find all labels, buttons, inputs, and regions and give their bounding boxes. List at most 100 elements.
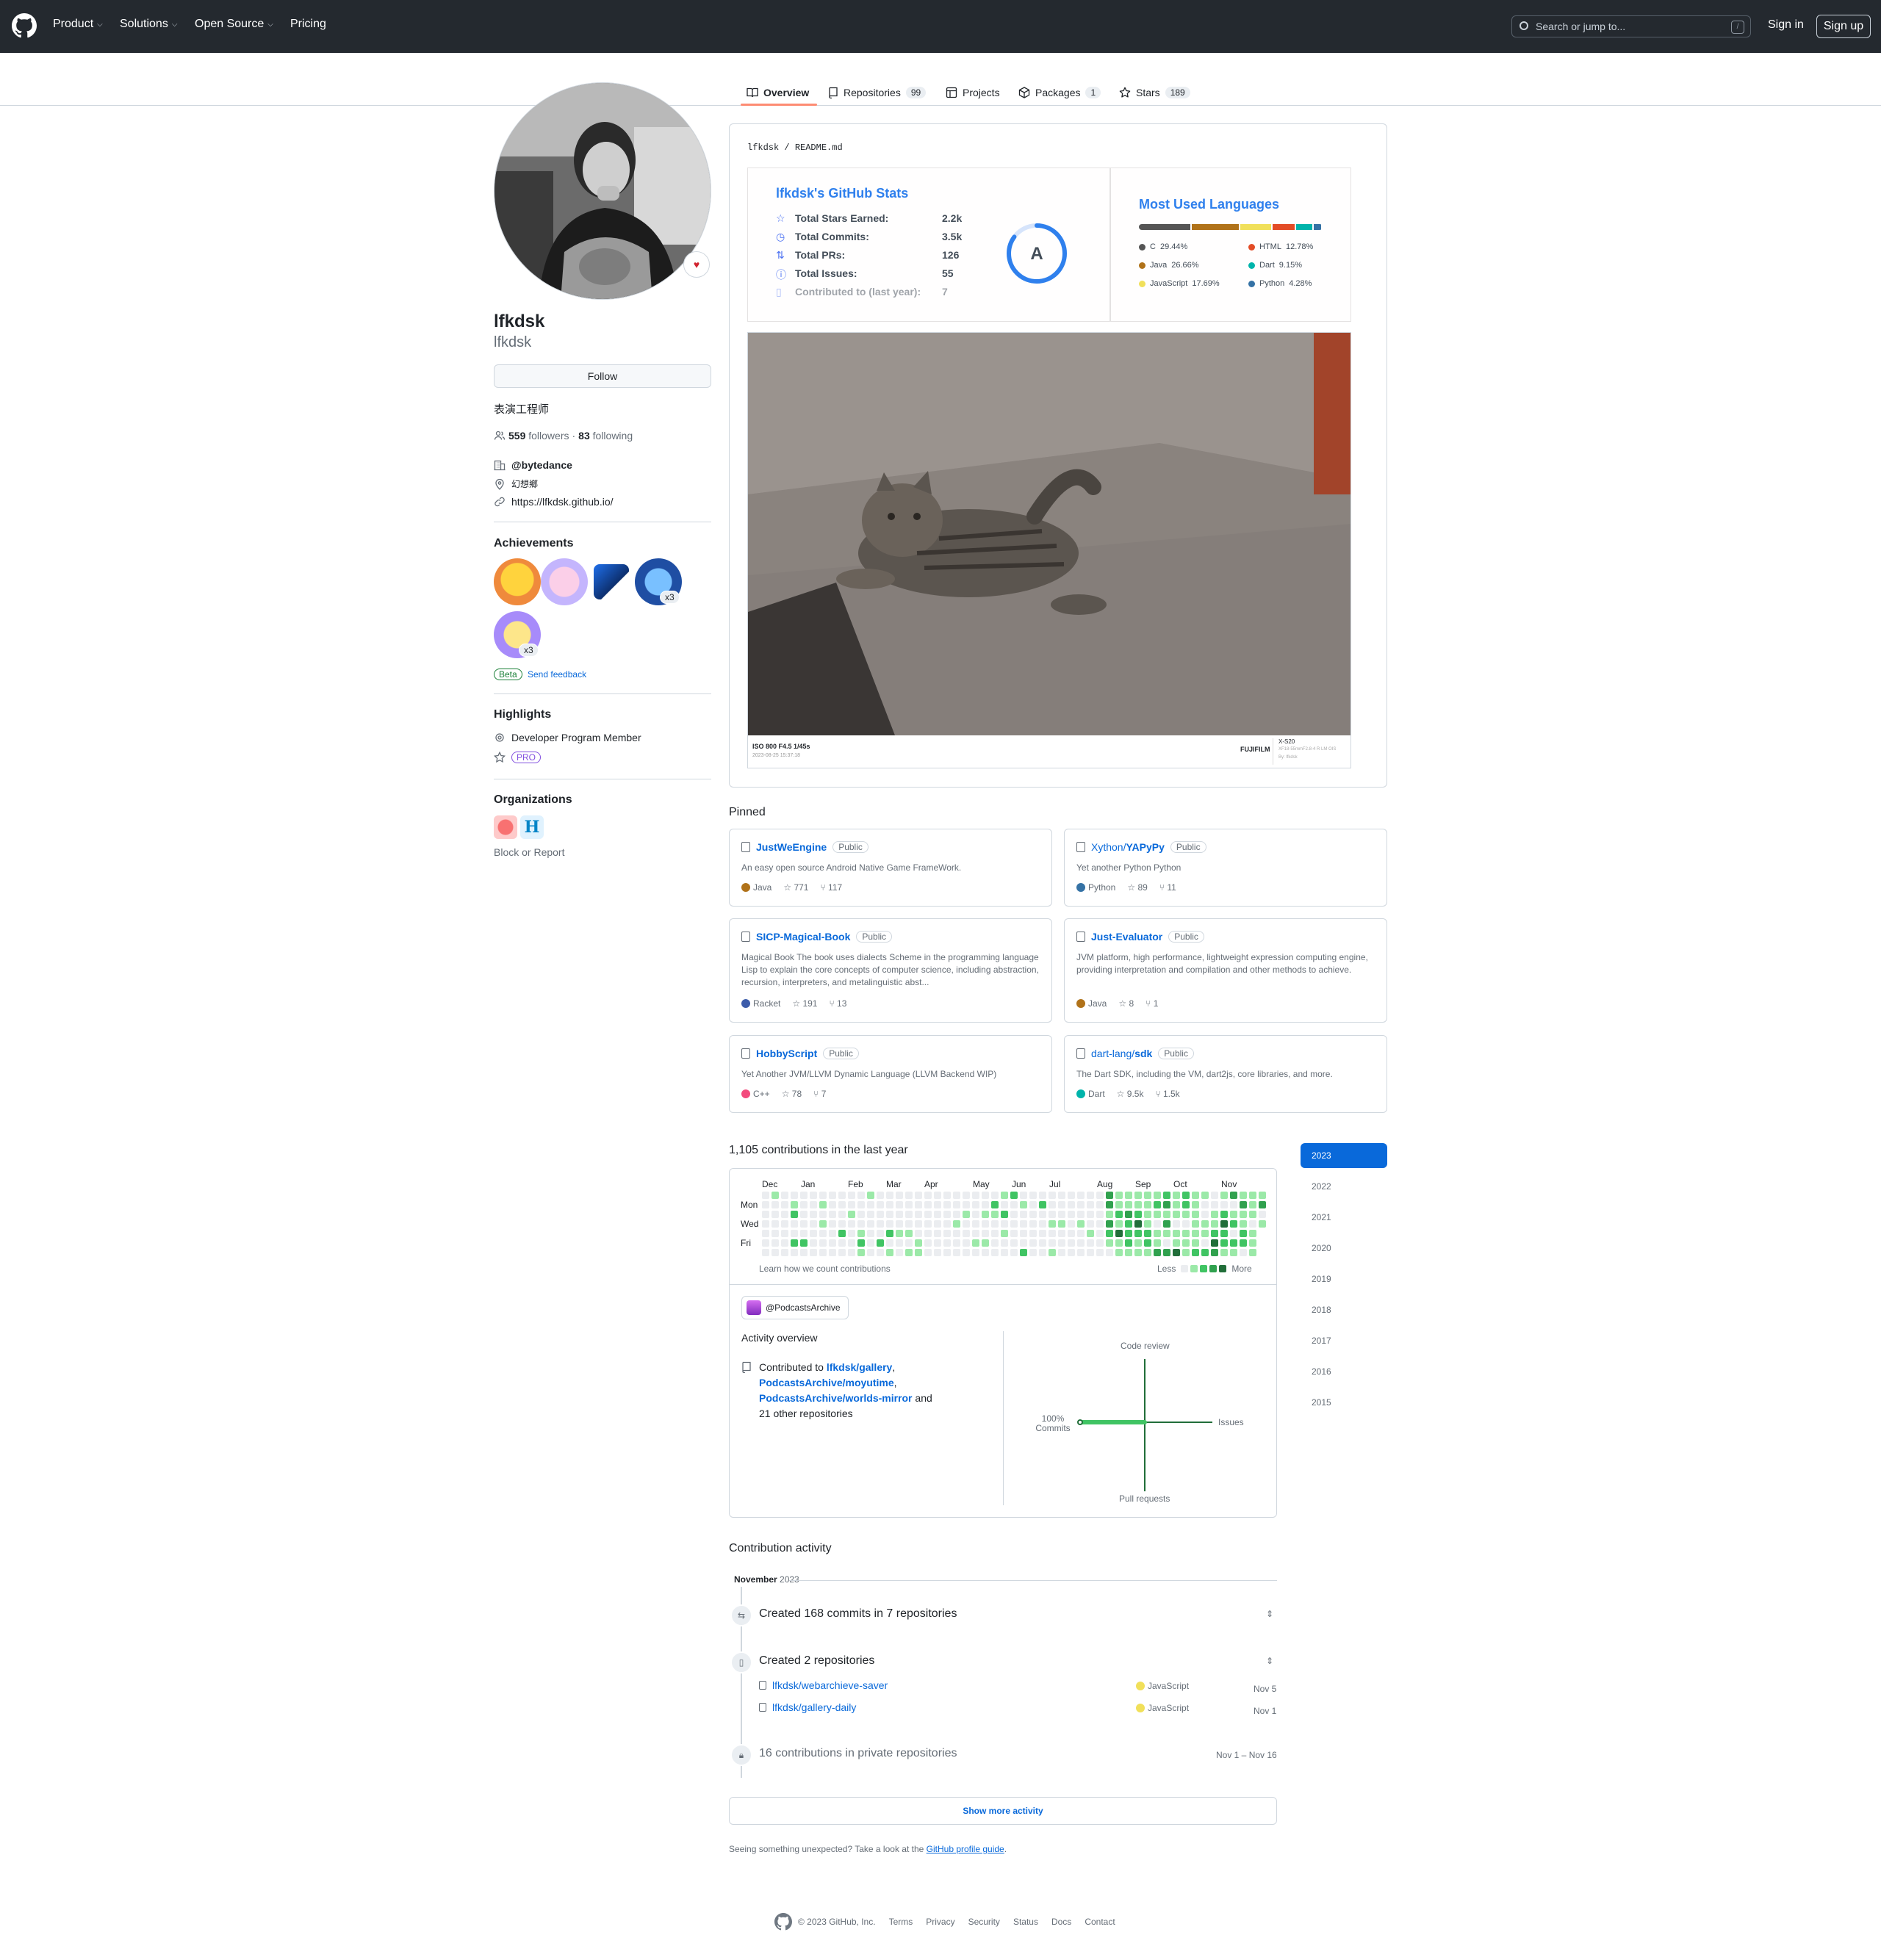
contribution-day-cell[interactable] xyxy=(781,1211,788,1218)
contribution-day-cell[interactable] xyxy=(877,1230,884,1237)
contribution-day-cell[interactable] xyxy=(963,1201,970,1208)
contribution-day-cell[interactable] xyxy=(1220,1192,1228,1199)
contribution-day-cell[interactable] xyxy=(877,1192,884,1199)
contribution-day-cell[interactable] xyxy=(848,1192,855,1199)
contribution-day-cell[interactable] xyxy=(1115,1201,1123,1208)
contribution-day-cell[interactable] xyxy=(1144,1239,1151,1247)
contribution-day-cell[interactable] xyxy=(886,1192,893,1199)
year-2021[interactable]: 2021 xyxy=(1301,1205,1387,1230)
contribution-day-cell[interactable] xyxy=(791,1239,798,1247)
contribution-day-cell[interactable] xyxy=(1077,1249,1085,1256)
contribution-day-cell[interactable] xyxy=(1230,1239,1237,1247)
contribution-day-cell[interactable] xyxy=(886,1230,893,1237)
contribution-day-cell[interactable] xyxy=(1068,1249,1075,1256)
created-repos-summary[interactable]: Created 2 repositories xyxy=(759,1654,874,1668)
year-2018[interactable]: 2018 xyxy=(1301,1297,1387,1322)
contribution-day-cell[interactable] xyxy=(1087,1220,1094,1228)
contribution-day-cell[interactable] xyxy=(1144,1230,1151,1237)
organization-avatar-icon[interactable]: H xyxy=(520,815,544,839)
contribution-day-cell[interactable] xyxy=(1106,1201,1113,1208)
contribution-day-cell[interactable] xyxy=(1125,1201,1132,1208)
contribution-day-cell[interactable] xyxy=(1039,1239,1046,1247)
contribution-day-cell[interactable] xyxy=(848,1220,855,1228)
contribution-day-cell[interactable] xyxy=(1096,1230,1104,1237)
contribution-day-cell[interactable] xyxy=(1020,1239,1027,1247)
contribution-day-cell[interactable] xyxy=(1163,1192,1170,1199)
contribution-day-cell[interactable] xyxy=(1182,1201,1190,1208)
contribution-day-cell[interactable] xyxy=(1020,1230,1027,1237)
contribution-day-cell[interactable] xyxy=(1087,1239,1094,1247)
contribution-day-cell[interactable] xyxy=(829,1249,836,1256)
contribution-day-cell[interactable] xyxy=(1001,1230,1008,1237)
pinned-repo-link[interactable]: dart-lang/sdk Public xyxy=(1076,1048,1194,1059)
contribution-day-cell[interactable] xyxy=(819,1220,827,1228)
contribution-day-cell[interactable] xyxy=(905,1249,913,1256)
contribution-day-cell[interactable] xyxy=(772,1192,779,1199)
contribution-day-cell[interactable] xyxy=(810,1211,817,1218)
contribution-day-cell[interactable] xyxy=(896,1192,903,1199)
contribution-day-cell[interactable] xyxy=(791,1230,798,1237)
contribution-day-cell[interactable] xyxy=(1010,1211,1018,1218)
contribution-day-cell[interactable] xyxy=(972,1220,979,1228)
contribution-day-cell[interactable] xyxy=(1249,1192,1256,1199)
contribution-day-cell[interactable] xyxy=(924,1230,932,1237)
contribution-day-cell[interactable] xyxy=(819,1230,827,1237)
contribution-day-cell[interactable] xyxy=(1010,1249,1018,1256)
contribution-day-cell[interactable] xyxy=(1192,1220,1199,1228)
contribution-day-cell[interactable] xyxy=(1182,1230,1190,1237)
achievement-quickdraw-icon[interactable] xyxy=(594,564,629,599)
contribution-day-cell[interactable] xyxy=(838,1249,846,1256)
contribution-day-cell[interactable] xyxy=(915,1201,922,1208)
contribution-day-cell[interactable] xyxy=(1192,1249,1199,1256)
contribution-day-cell[interactable] xyxy=(1220,1201,1228,1208)
contribution-day-cell[interactable] xyxy=(867,1220,874,1228)
contribution-day-cell[interactable] xyxy=(943,1220,951,1228)
contribution-day-cell[interactable] xyxy=(781,1239,788,1247)
contribution-day-cell[interactable] xyxy=(1182,1220,1190,1228)
contribution-day-cell[interactable] xyxy=(819,1211,827,1218)
contribution-day-cell[interactable] xyxy=(1077,1230,1085,1237)
contribution-day-cell[interactable] xyxy=(1173,1220,1180,1228)
github-logo-icon[interactable] xyxy=(12,13,37,38)
contribution-day-cell[interactable] xyxy=(1001,1249,1008,1256)
tab-repositories[interactable]: Repositories 99 xyxy=(828,81,927,104)
contribution-day-cell[interactable] xyxy=(963,1249,970,1256)
contribution-day-cell[interactable] xyxy=(943,1201,951,1208)
contribution-day-cell[interactable] xyxy=(1096,1239,1104,1247)
contribution-day-cell[interactable] xyxy=(1144,1220,1151,1228)
contribution-day-cell[interactable] xyxy=(915,1211,922,1218)
contribution-day-cell[interactable] xyxy=(1077,1192,1085,1199)
contribution-day-cell[interactable] xyxy=(963,1239,970,1247)
contribution-day-cell[interactable] xyxy=(934,1249,941,1256)
contribution-day-cell[interactable] xyxy=(1173,1239,1180,1247)
contribution-day-cell[interactable] xyxy=(1125,1211,1132,1218)
contribution-day-cell[interactable] xyxy=(1154,1239,1161,1247)
contribution-day-cell[interactable] xyxy=(1220,1211,1228,1218)
contribution-day-cell[interactable] xyxy=(1134,1211,1142,1218)
contribution-day-cell[interactable] xyxy=(1049,1249,1056,1256)
contribution-day-cell[interactable] xyxy=(1230,1249,1237,1256)
contribution-day-cell[interactable] xyxy=(1211,1230,1218,1237)
contribution-day-cell[interactable] xyxy=(838,1211,846,1218)
contribution-day-cell[interactable] xyxy=(1001,1201,1008,1208)
contribution-day-cell[interactable] xyxy=(762,1201,769,1208)
tab-overview[interactable]: Overview xyxy=(747,81,809,104)
year-2019[interactable]: 2019 xyxy=(1301,1267,1387,1291)
year-2020[interactable]: 2020 xyxy=(1301,1236,1387,1261)
contribution-day-cell[interactable] xyxy=(1134,1230,1142,1237)
contribution-day-cell[interactable] xyxy=(762,1192,769,1199)
contribution-day-cell[interactable] xyxy=(1163,1230,1170,1237)
contribution-day-cell[interactable] xyxy=(1201,1249,1209,1256)
contribution-day-cell[interactable] xyxy=(1106,1211,1113,1218)
nav-solutions[interactable]: Solutions ⌵ xyxy=(120,18,177,31)
contribution-day-cell[interactable] xyxy=(1077,1239,1085,1247)
contribution-day-cell[interactable] xyxy=(953,1211,960,1218)
contribution-day-cell[interactable] xyxy=(791,1211,798,1218)
contribution-day-cell[interactable] xyxy=(1154,1201,1161,1208)
footer-link-docs[interactable]: Docs xyxy=(1051,1917,1071,1927)
contribution-day-cell[interactable] xyxy=(829,1211,836,1218)
contribution-day-cell[interactable] xyxy=(943,1192,951,1199)
contribution-day-cell[interactable] xyxy=(1240,1201,1247,1208)
year-2016[interactable]: 2016 xyxy=(1301,1359,1387,1384)
forks-link[interactable]: ⑂ 1 xyxy=(1145,998,1158,1009)
